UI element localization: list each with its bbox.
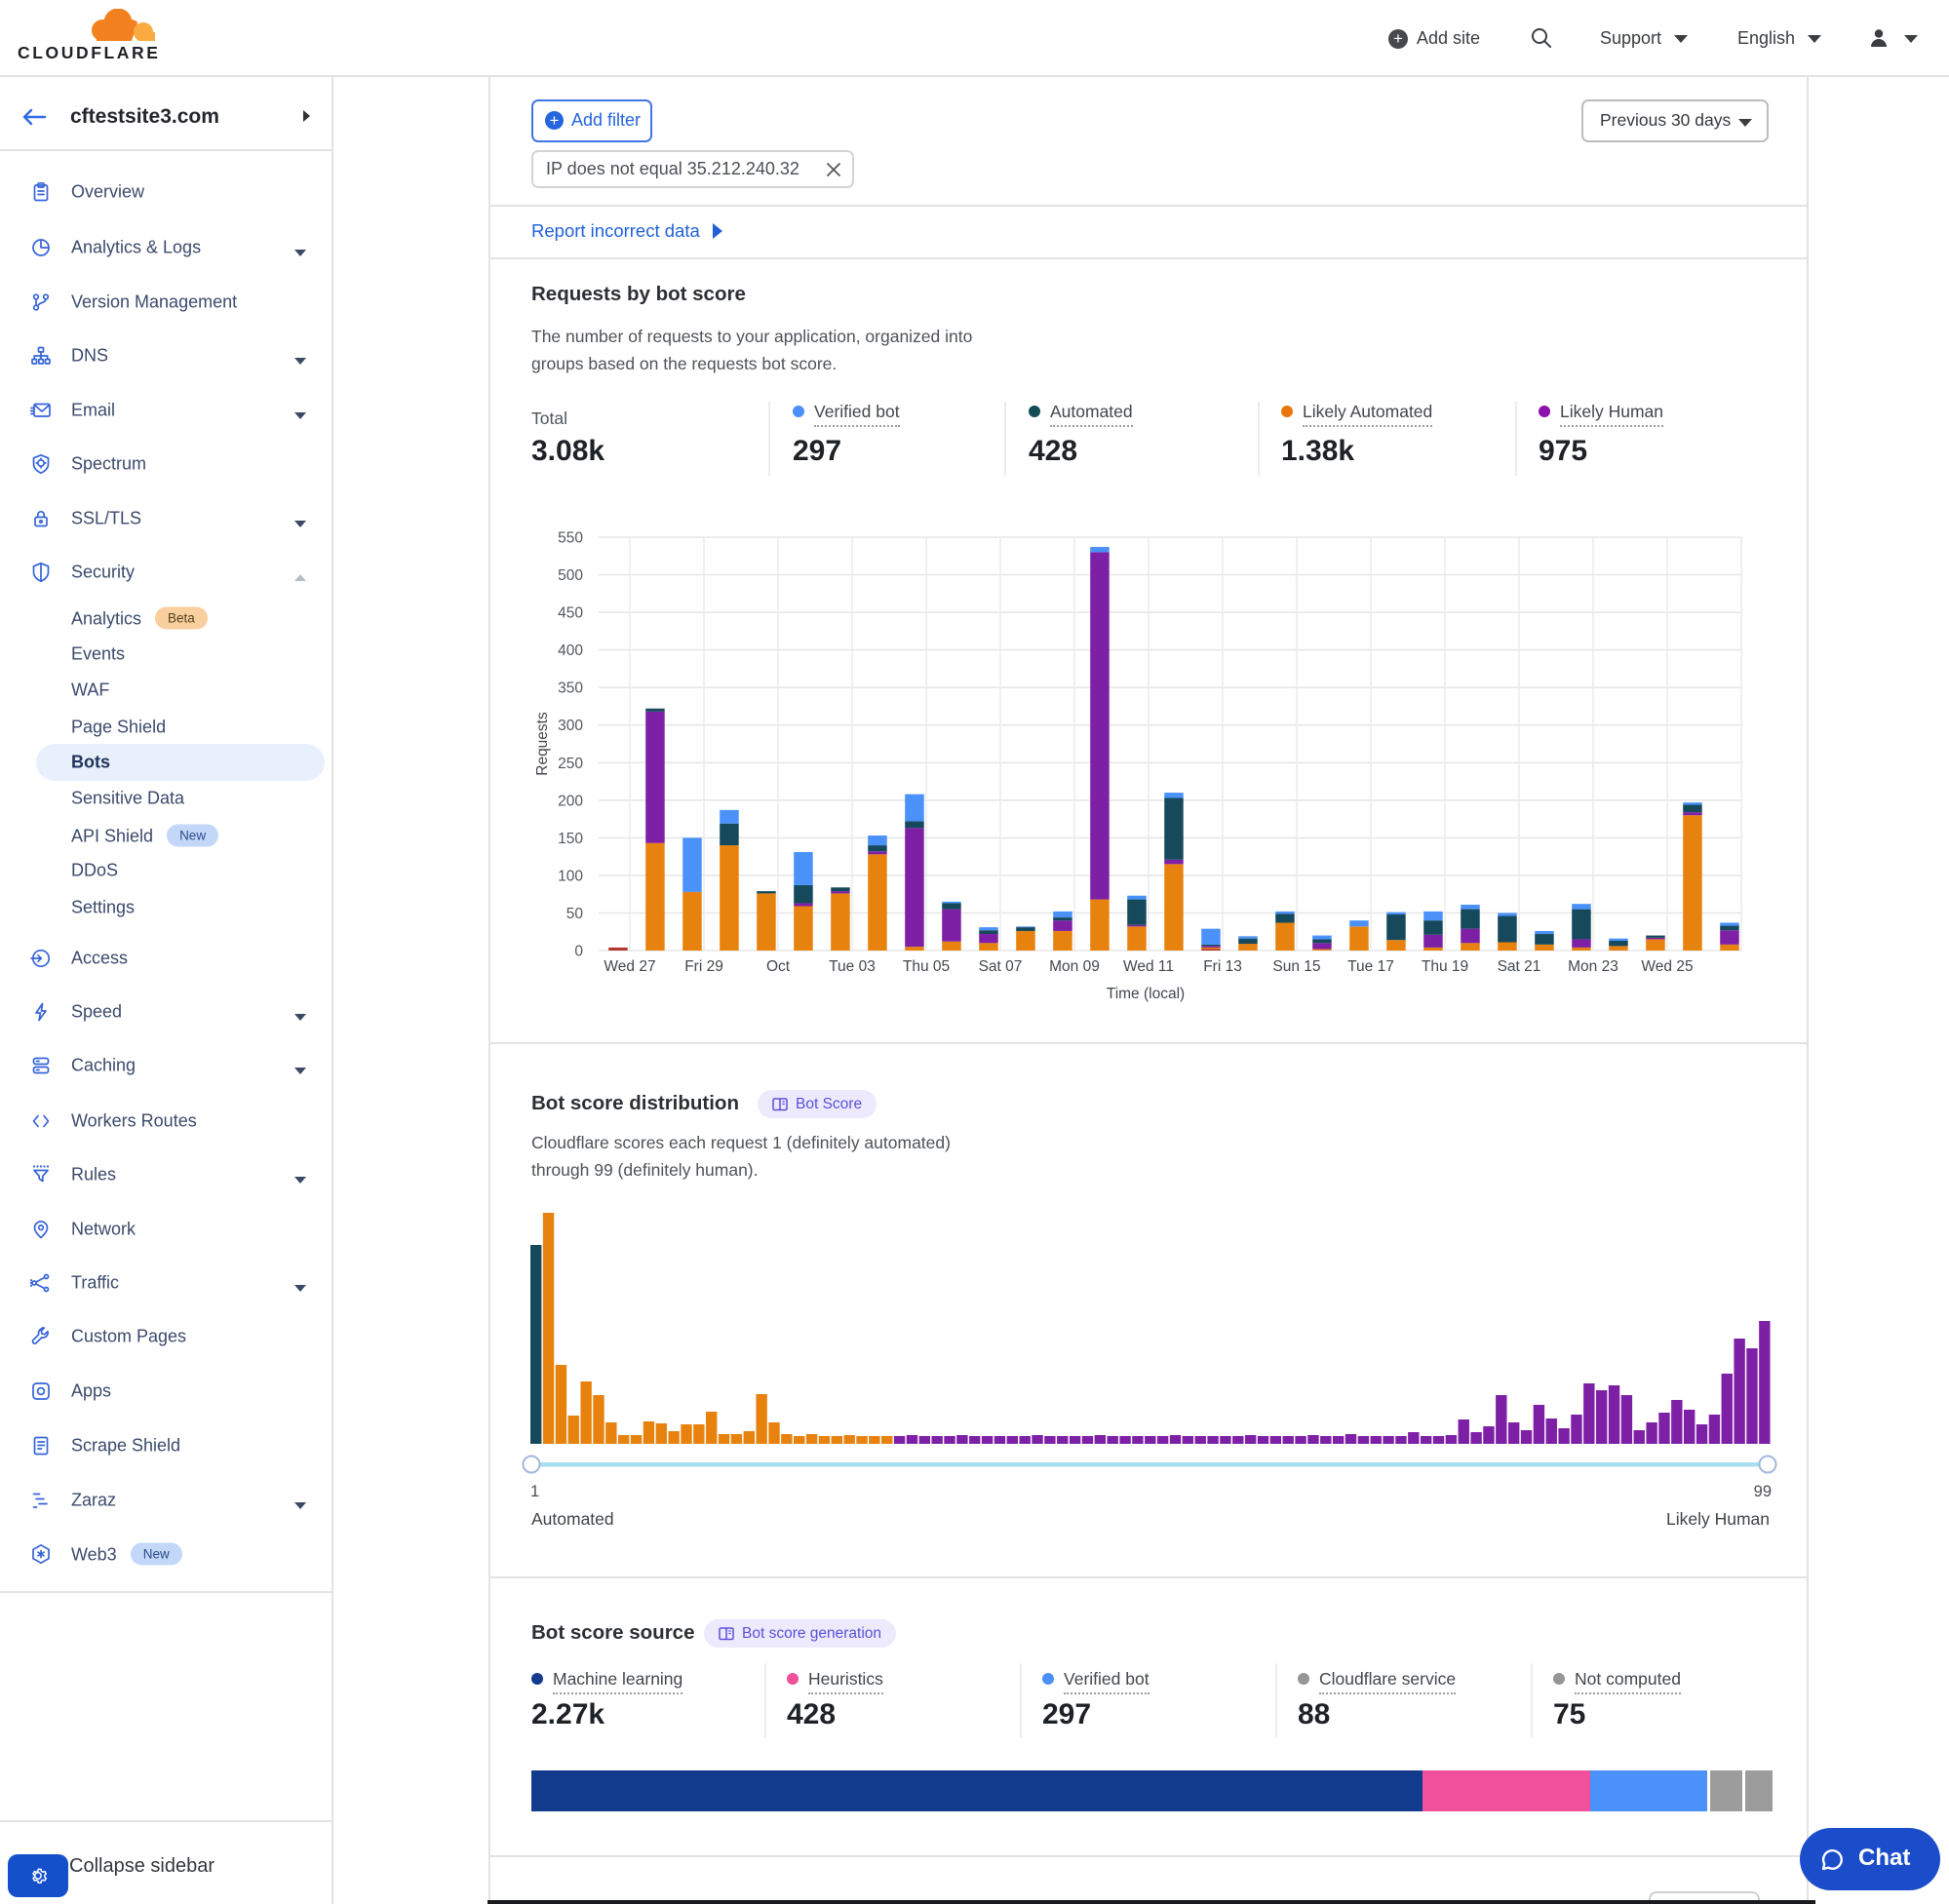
svg-text:Fri 13: Fri 13 [1203, 958, 1242, 975]
svg-text:Time (local): Time (local) [1107, 986, 1185, 1002]
svg-text:Thu 19: Thu 19 [1422, 958, 1468, 975]
svg-text:Tue 17: Tue 17 [1347, 958, 1394, 975]
svg-text:Mon 09: Mon 09 [1049, 958, 1100, 975]
svg-text:Wed 11: Wed 11 [1123, 958, 1174, 975]
svg-text:350: 350 [558, 680, 583, 697]
svg-text:0: 0 [574, 944, 583, 960]
svg-text:500: 500 [558, 567, 583, 584]
svg-text:450: 450 [558, 605, 583, 622]
svg-text:250: 250 [558, 756, 583, 772]
svg-text:Mon 23: Mon 23 [1568, 958, 1618, 975]
svg-text:200: 200 [558, 793, 583, 809]
svg-text:Tue 03: Tue 03 [829, 958, 876, 975]
svg-text:550: 550 [558, 530, 583, 547]
svg-text:Sat 21: Sat 21 [1498, 958, 1541, 975]
svg-text:Wed 27: Wed 27 [604, 958, 655, 975]
svg-text:300: 300 [558, 718, 583, 734]
svg-text:Requests: Requests [534, 712, 551, 776]
svg-text:Sat 07: Sat 07 [979, 958, 1023, 975]
svg-text:50: 50 [566, 906, 584, 922]
svg-text:Thu 05: Thu 05 [903, 958, 950, 975]
svg-text:150: 150 [558, 831, 583, 847]
svg-text:100: 100 [558, 868, 583, 884]
svg-text:400: 400 [558, 642, 583, 659]
svg-text:Oct: Oct [766, 958, 791, 975]
svg-text:Sun 15: Sun 15 [1272, 958, 1320, 975]
svg-text:Wed 25: Wed 25 [1641, 958, 1693, 975]
svg-text:Fri 29: Fri 29 [684, 958, 723, 975]
